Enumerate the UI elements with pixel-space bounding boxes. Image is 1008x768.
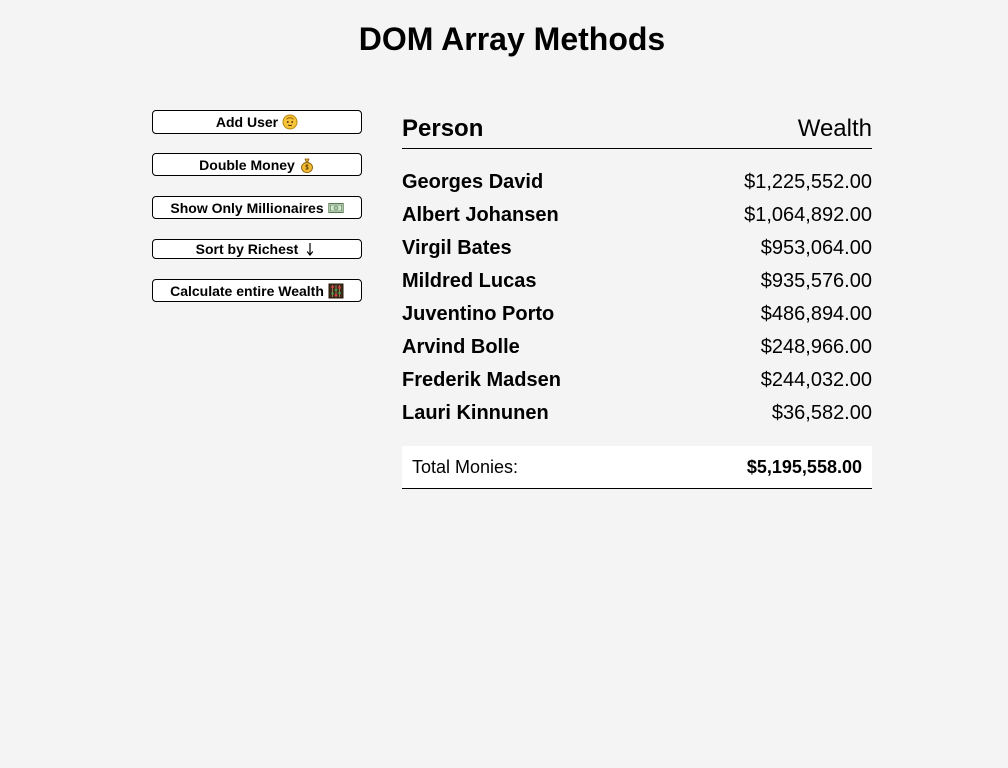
total-label: Total Monies: — [412, 456, 519, 477]
table-row: Albert Johansen $1,064,892.00 — [402, 199, 872, 232]
table-row: Georges David $1,225,552.00 — [402, 166, 872, 199]
table-row: Frederik Madsen $244,032.00 — [402, 364, 872, 397]
person-name: Juventino Porto — [402, 303, 555, 325]
person-wealth: $953,064.00 — [760, 237, 872, 259]
person-wealth: $244,032.00 — [760, 369, 872, 391]
calculate-wealth-button[interactable]: Calculate entire Wealth — [152, 279, 362, 302]
person-wealth: $1,064,892.00 — [744, 204, 872, 226]
total-row: Total Monies: $5,195,558.00 — [402, 446, 872, 489]
person-name: Arvind Bolle — [402, 336, 520, 358]
table-header: Person Wealth — [402, 110, 872, 149]
table-row: Lauri Kinnunen $36,582.00 — [402, 397, 872, 430]
person-wealth: $1,225,552.00 — [744, 171, 872, 193]
person-name: Mildred Lucas — [402, 270, 537, 292]
person-name: Frederik Madsen — [402, 369, 561, 391]
person-name: Georges David — [402, 171, 544, 193]
table-row: Juventino Porto $486,894.00 — [402, 298, 872, 331]
table-row: Virgil Bates $953,064.00 — [402, 232, 872, 265]
person-wealth: $935,576.00 — [760, 270, 872, 292]
person-wealth: $248,966.00 — [760, 336, 872, 358]
double-money-button[interactable]: Double Money — [152, 153, 362, 176]
person-name: Virgil Bates — [402, 237, 512, 259]
total-value: $5,195,558.00 — [746, 456, 862, 477]
sort-richest-button[interactable]: Sort by Richest — [152, 239, 362, 259]
page-title: DOM Array Methods — [358, 21, 666, 57]
baby-face-icon — [282, 114, 298, 130]
person-name: Lauri Kinnunen — [402, 402, 549, 424]
table-row: Mildred Lucas $935,576.00 — [402, 265, 872, 298]
show-millionaires-label: Show Only Millionaires — [170, 199, 324, 216]
add-user-label: Add User — [215, 114, 279, 130]
person-column-header: Person — [402, 115, 484, 142]
show-millionaires-button[interactable]: Show Only Millionaires — [152, 196, 362, 219]
person-wealth: $486,894.00 — [760, 303, 872, 325]
add-user-button[interactable]: Add User — [152, 110, 362, 134]
sort-richest-label: Sort by Richest — [195, 241, 299, 257]
person-wealth: $36,582.00 — [771, 402, 872, 424]
money-bag-icon — [300, 158, 313, 173]
calculate-wealth-label: Calculate entire Wealth — [170, 282, 324, 299]
down-arrow-icon — [307, 243, 314, 256]
person-list: Georges David $1,225,552.00 Albert Johan… — [402, 166, 872, 430]
double-money-label: Double Money — [199, 156, 295, 173]
wealth-column-header: Wealth — [797, 115, 872, 142]
dollar-banknote-icon — [327, 202, 344, 213]
wealth-table: Person Wealth Georges David $1,225,552.0… — [402, 110, 872, 489]
table-row: Arvind Bolle $248,966.00 — [402, 331, 872, 364]
person-name: Albert Johansen — [402, 204, 559, 226]
abacus-icon — [328, 283, 344, 298]
